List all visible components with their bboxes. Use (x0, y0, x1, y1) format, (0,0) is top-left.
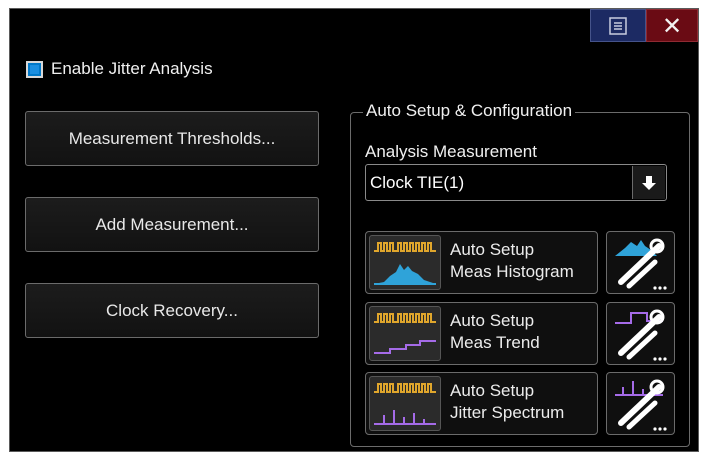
close-x-icon: ✕ (661, 11, 683, 40)
auto-setup-trend-button[interactable]: Auto Setup Meas Trend (365, 302, 598, 365)
enable-jitter-label: Enable Jitter Analysis (51, 59, 213, 78)
close-button[interactable]: ✕ (646, 9, 698, 42)
auto-setup-histogram-line2: Meas Histogram (450, 262, 574, 281)
auto-setup-histogram-line1: Auto Setup (450, 240, 535, 259)
auto-setup-spectrum-line2: Jitter Spectrum (450, 403, 565, 422)
add-measurement-button[interactable]: Add Measurement... (25, 197, 319, 252)
analysis-measurement-label: Analysis Measurement (365, 142, 537, 161)
analysis-measurement-dropdown[interactable]: Clock TIE(1) (365, 164, 667, 201)
spectrum-waveform-icon (369, 376, 441, 431)
auto-setup-trend-line1: Auto Setup (450, 311, 535, 330)
spectrum-config-button[interactable] (606, 372, 675, 435)
list-menu-icon (609, 16, 627, 35)
auto-setup-histogram-button[interactable]: Auto Setup Meas Histogram (365, 231, 598, 294)
auto-setup-group-title: Auto Setup & Configuration (363, 101, 576, 121)
trend-config-button[interactable] (606, 302, 675, 365)
dropdown-arrow-button[interactable] (632, 166, 665, 199)
trend-waveform-icon (369, 306, 441, 361)
menu-button[interactable] (590, 9, 646, 42)
histogram-waveform-icon (369, 235, 441, 290)
histogram-config-tools-icon (615, 238, 667, 290)
trend-config-tools-icon (615, 309, 667, 361)
analysis-measurement-value: Clock TIE(1) (370, 173, 465, 192)
clock-recovery-button[interactable]: Clock Recovery... (25, 283, 319, 338)
histogram-config-button[interactable] (606, 231, 675, 294)
arrow-down-icon (642, 175, 656, 190)
measurement-thresholds-button[interactable]: Measurement Thresholds... (25, 111, 319, 166)
auto-setup-spectrum-line1: Auto Setup (450, 381, 535, 400)
enable-jitter-row[interactable]: Enable Jitter Analysis (26, 59, 213, 79)
enable-jitter-checkbox[interactable] (26, 60, 43, 78)
auto-setup-spectrum-button[interactable]: Auto Setup Jitter Spectrum (365, 372, 598, 435)
auto-setup-trend-line2: Meas Trend (450, 333, 540, 352)
spectrum-config-tools-icon (615, 379, 667, 431)
